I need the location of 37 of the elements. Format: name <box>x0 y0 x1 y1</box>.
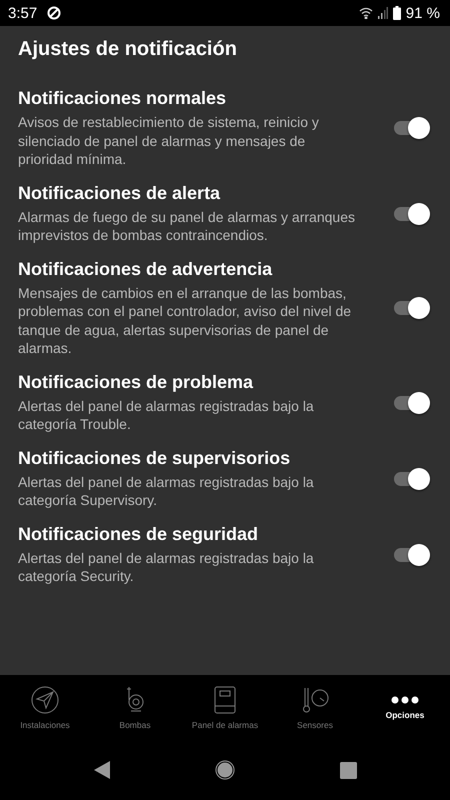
setting-description: Alertas del panel de alarmas registradas bajo la categoría Trouble. <box>18 396 315 434</box>
nav-tab[interactable]: Panel de alarmas <box>180 675 270 740</box>
setting-title: Notificaciones de problema <box>18 372 254 392</box>
home-icon[interactable] <box>214 760 234 780</box>
recents-icon[interactable] <box>340 762 356 778</box>
setting-title: Notificaciones de advertencia <box>18 258 274 280</box>
page-title: Ajustes de notificación <box>18 38 238 61</box>
nav-tab[interactable]: Bombas <box>90 675 180 740</box>
status-time: 3:57 <box>8 4 38 22</box>
battery-icon <box>392 6 401 20</box>
setting-description: Alarmas de fuego de su panel de alarmas y arranques imprevistos de bombas contraincendios. <box>18 208 356 244</box>
more-icon <box>391 696 419 704</box>
toggle-switch[interactable] <box>392 542 430 566</box>
setting-description: Mensajes de cambios en el arranque de las bombas, problemas con el panel controlador, aviso del nivel de tanque de agua, alertas supervisorias de panel de alarmas. <box>18 284 352 358</box>
wifi-icon <box>358 7 373 19</box>
setting-title: Notificaciones de seguridad <box>18 524 260 544</box>
toggle-switch[interactable] <box>392 390 430 414</box>
toggle-switch[interactable] <box>392 466 430 490</box>
setting-title: Notificaciones de alerta <box>18 182 222 204</box>
setting-title: Notificaciones de supervisorios <box>18 448 292 468</box>
back-icon[interactable] <box>94 761 110 779</box>
paper-plane-icon <box>31 686 59 714</box>
pump-icon <box>125 686 145 714</box>
toggle-switch[interactable] <box>392 296 430 320</box>
setting-description: Alertas del panel de alarmas registradas bajo la categoría Security. <box>18 548 315 586</box>
setting-title: Notificaciones normales <box>18 88 228 109</box>
nav-tab[interactable]: Opciones <box>360 675 450 740</box>
toggle-switch[interactable] <box>392 116 430 140</box>
setting-description: Avisos de restablecimiento de sistema, reinicio y silenciado de panel de alarmas y mensajes de prioridad mínima. <box>18 113 320 168</box>
toggle-switch[interactable] <box>392 202 430 226</box>
battery-percentage: 91 % <box>406 4 440 22</box>
alarm-panel-icon <box>214 686 236 714</box>
thermometer-gauge-icon <box>301 686 329 714</box>
signal-icon <box>378 7 388 19</box>
nav-tab[interactable]: Instalaciones <box>0 675 90 740</box>
nav-tab[interactable]: Sensores <box>270 675 360 740</box>
setting-description: Alertas del panel de alarmas registradas bajo la categoría Supervisory. <box>18 472 315 510</box>
